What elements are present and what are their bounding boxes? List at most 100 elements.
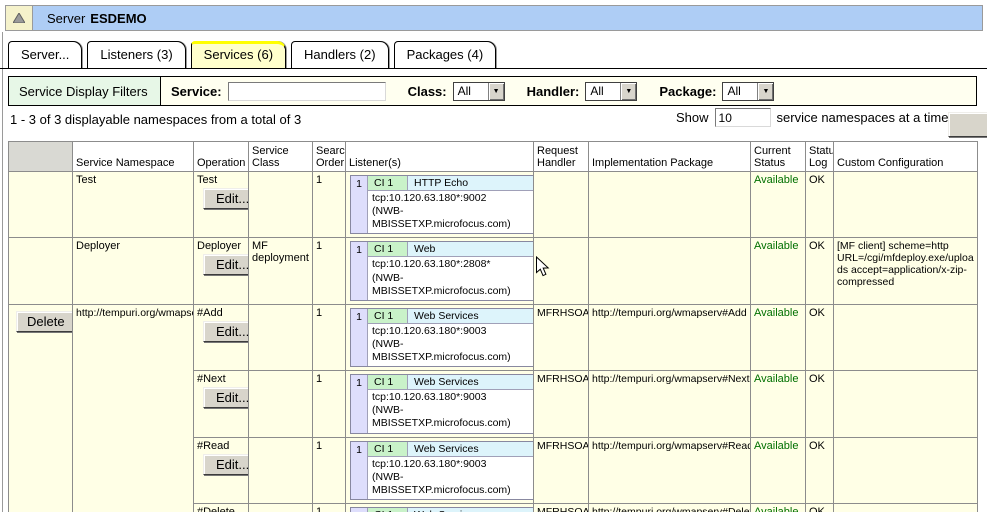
listener-index: 1 <box>351 176 368 233</box>
handler-filter-select[interactable]: All ▼ <box>585 82 637 101</box>
operation-name: #Delete <box>197 506 245 512</box>
class-filter-select[interactable]: All ▼ <box>453 82 505 101</box>
namespace-cell: Deployer <box>73 238 194 304</box>
apply-count-button[interactable] <box>948 112 987 137</box>
service-filter-input[interactable] <box>228 82 386 101</box>
mouse-cursor-icon <box>535 256 550 278</box>
table-row: Test Test Edit... 1 1 CI 1 HTTP Echo tcp… <box>9 172 978 238</box>
title-prefix: Server <box>47 11 85 26</box>
listener-type: Web Services <box>408 442 533 456</box>
listener-type: Web Services <box>408 375 533 389</box>
services-table: Service Namespace Operation Service Clas… <box>8 141 978 512</box>
header-search-order: Search Order <box>313 142 346 172</box>
implementation-package-cell: http://tempuri.org/wmapserv#Delete <box>589 503 751 512</box>
listener-index: 1 <box>351 242 368 299</box>
listener-box: 1 CI 1 HTTP Echo tcp:10.120.63.180*:9002… <box>350 175 534 234</box>
edit-button[interactable]: Edit... <box>203 254 249 275</box>
listener-address: tcp:10.120.63.180*:9003 <box>372 325 529 338</box>
class-filter-value: All <box>454 83 488 100</box>
implementation-package-cell: http://tempuri.org/wmapserv#Next <box>589 371 751 437</box>
listener-type: Web <box>408 242 533 256</box>
listener-host: (NWB-MBISSETXP.microfocus.com) <box>372 338 529 364</box>
chevron-down-icon[interactable]: ▼ <box>757 83 773 100</box>
request-handler-cell <box>534 172 589 238</box>
tab-listeners[interactable]: Listeners (3) <box>87 41 185 68</box>
listeners-cell: 1 CI 1 HTTP Echo tcp:10.120.63.180*:9002… <box>346 172 534 238</box>
title-bar-text: Server ESDEMO <box>33 6 982 30</box>
table-row: Deployer Deployer Edit... MF deployment … <box>9 238 978 304</box>
table-header-row: Service Namespace Operation Service Clas… <box>9 142 978 172</box>
header-operation: Operation <box>194 142 249 172</box>
custom-config-cell <box>834 437 978 503</box>
delete-button[interactable]: Delete <box>16 311 73 332</box>
current-status-cell: Available <box>751 304 806 370</box>
listener-box: 1 CI 1 Web Services tcp:10.120.63.180*:9… <box>350 308 534 367</box>
listener-type: HTTP Echo <box>408 176 533 190</box>
listener-index: 1 <box>351 375 368 432</box>
search-order-cell: 1 <box>313 238 346 304</box>
status-log-cell: OK <box>806 503 834 512</box>
show-count-input[interactable] <box>715 108 771 127</box>
listener-conn: CI 1 <box>368 309 408 323</box>
implementation-package-cell: http://tempuri.org/wmapserv#Add <box>589 304 751 370</box>
chevron-down-icon[interactable]: ▼ <box>488 83 504 100</box>
tab-handlers[interactable]: Handlers (2) <box>291 41 389 68</box>
header-row-actions <box>9 142 73 172</box>
edit-button[interactable]: Edit... <box>203 454 249 475</box>
triangle-up-icon <box>13 13 25 23</box>
tab-server[interactable]: Server... <box>8 41 82 68</box>
package-filter-select[interactable]: All ▼ <box>722 82 774 101</box>
edit-button[interactable]: Edit... <box>203 321 249 342</box>
implementation-package-cell <box>589 238 751 304</box>
listeners-cell: 1 CI 1 Web Services tcp:10.120.63.180*:9… <box>346 371 534 437</box>
edit-button[interactable]: Edit... <box>203 188 249 209</box>
tab-services[interactable]: Services (6) <box>191 41 286 68</box>
current-status-cell: Available <box>751 371 806 437</box>
listeners-cell: 1 CI 1 Web Services tcp:10.120.63.180*:9… <box>346 304 534 370</box>
current-status-cell: Available <box>751 238 806 304</box>
header-implementation-package: Implementation Package <box>589 142 751 172</box>
package-filter-value: All <box>723 83 757 100</box>
collapse-button[interactable] <box>6 6 33 30</box>
listener-conn: CI 1 <box>368 508 408 512</box>
show-label: Show <box>676 110 709 125</box>
frame-border <box>2 32 3 512</box>
service-class-cell <box>249 371 313 437</box>
listener-box: 1 CI 1 Web Services tcp:10.120.63.180*:9… <box>350 374 534 433</box>
service-class-cell <box>249 503 313 512</box>
status-log-cell: OK <box>806 437 834 503</box>
listener-conn: CI 1 <box>368 242 408 256</box>
namespace-cell: Test <box>73 172 194 238</box>
listener-box: 1 CI 1 Web Services tcp:10.120.63.180*:9… <box>350 507 534 512</box>
service-filter-label: Service: <box>171 84 222 99</box>
tab-baseline <box>0 68 987 69</box>
chevron-down-icon[interactable]: ▼ <box>620 83 636 100</box>
implementation-package-cell: http://tempuri.org/wmapserv#Read <box>589 437 751 503</box>
edit-button[interactable]: Edit... <box>203 387 249 408</box>
request-handler-cell: MFRHSOAP <box>534 437 589 503</box>
request-handler-cell: MFRHSOAP <box>534 503 589 512</box>
class-filter-label: Class: <box>408 84 447 99</box>
tab-packages[interactable]: Packages (4) <box>394 41 497 68</box>
listener-index: 1 <box>351 442 368 499</box>
listener-conn: CI 1 <box>368 176 408 190</box>
header-request-handler: Request Handler <box>534 142 589 172</box>
listener-box: 1 CI 1 Web tcp:10.120.63.180*:2808* (NWB… <box>350 241 534 300</box>
header-service-class: Service Class <box>249 142 313 172</box>
row-actions-cell: Delete <box>9 304 73 512</box>
show-suffix: service namespaces at a time <box>777 110 949 125</box>
operation-name: #Add <box>197 307 245 319</box>
request-handler-cell: MFRHSOAP <box>534 304 589 370</box>
search-order-cell: 1 <box>313 304 346 370</box>
status-log-cell: OK <box>806 172 834 238</box>
operation-name: #Read <box>197 440 245 452</box>
listeners-cell: 1 CI 1 Web Services tcp:10.120.63.180*:9… <box>346 503 534 512</box>
service-class-cell: MF deployment <box>249 238 313 304</box>
package-filter-label: Package: <box>659 84 716 99</box>
service-display-filters-bar: Service Display Filters Service: Class: … <box>8 76 977 106</box>
search-order-cell: 1 <box>313 371 346 437</box>
server-name: ESDEMO <box>90 11 146 26</box>
operation-cell: #Add Edit... <box>194 304 249 370</box>
handler-filter-value: All <box>586 83 620 100</box>
listener-address: tcp:10.120.63.180*:9003 <box>372 458 529 471</box>
